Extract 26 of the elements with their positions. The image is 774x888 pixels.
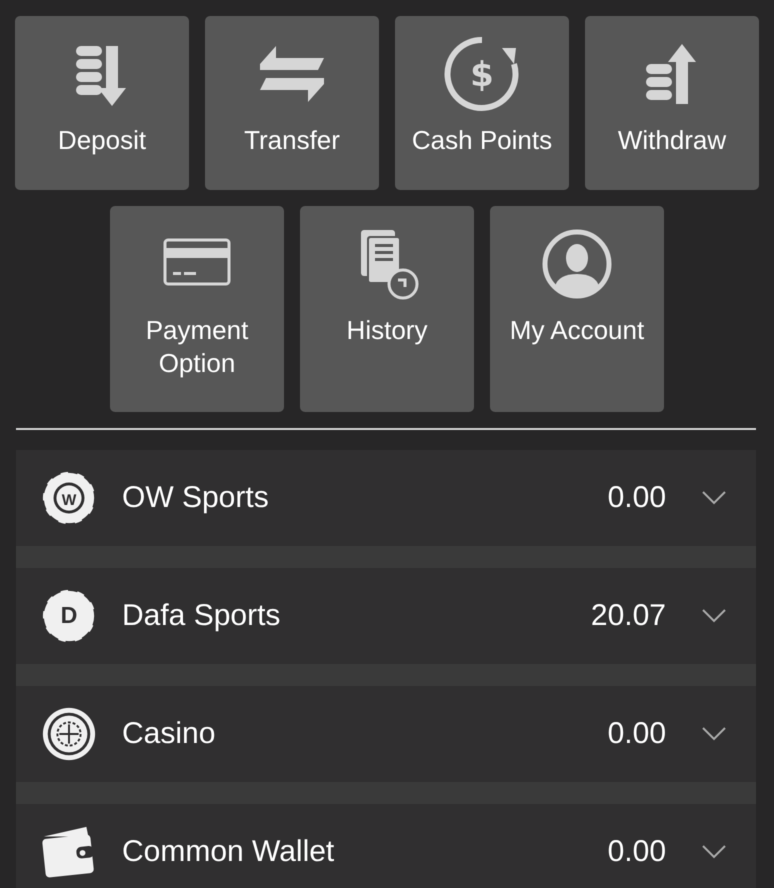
roulette-icon: [40, 705, 98, 763]
action-tile[interactable]: Transfer: [205, 16, 379, 190]
action-tile[interactable]: Withdraw: [585, 16, 759, 190]
wallet-name: Common Wallet: [122, 835, 336, 869]
wallet-balance: 0.00: [608, 835, 666, 869]
wallet-balance: 0.00: [608, 481, 666, 515]
chevron-down-icon[interactable]: [702, 491, 726, 505]
chevron-down-icon[interactable]: [702, 845, 726, 859]
ball-icon: W: [40, 469, 98, 527]
wallet-row[interactable]: D Dafa Sports 20.07: [16, 568, 756, 664]
chevron-down-icon[interactable]: [702, 727, 726, 741]
action-tile[interactable]: Deposit: [15, 16, 189, 190]
action-tile[interactable]: My Account: [490, 206, 664, 412]
chevron-down-icon[interactable]: [702, 609, 726, 623]
wallet-row[interactable]: W OW Sports 0.00: [16, 450, 756, 546]
action-tile[interactable]: $ Cash Points: [395, 16, 569, 190]
wallet-name: Casino: [122, 717, 216, 751]
action-tile[interactable]: Payment Option: [110, 206, 284, 412]
ball-icon: D: [40, 587, 98, 645]
wallet-balance: 20.07: [590, 599, 666, 633]
wallet-row[interactable]: Common Wallet 0.00: [16, 804, 756, 888]
wallet-name: Dafa Sports: [122, 599, 282, 633]
action-tile[interactable]: History: [300, 206, 474, 412]
wallet-row[interactable]: Casino 0.00: [16, 686, 756, 782]
wallet-balance: 0.00: [608, 717, 666, 751]
wallet-name: OW Sports: [122, 481, 270, 515]
